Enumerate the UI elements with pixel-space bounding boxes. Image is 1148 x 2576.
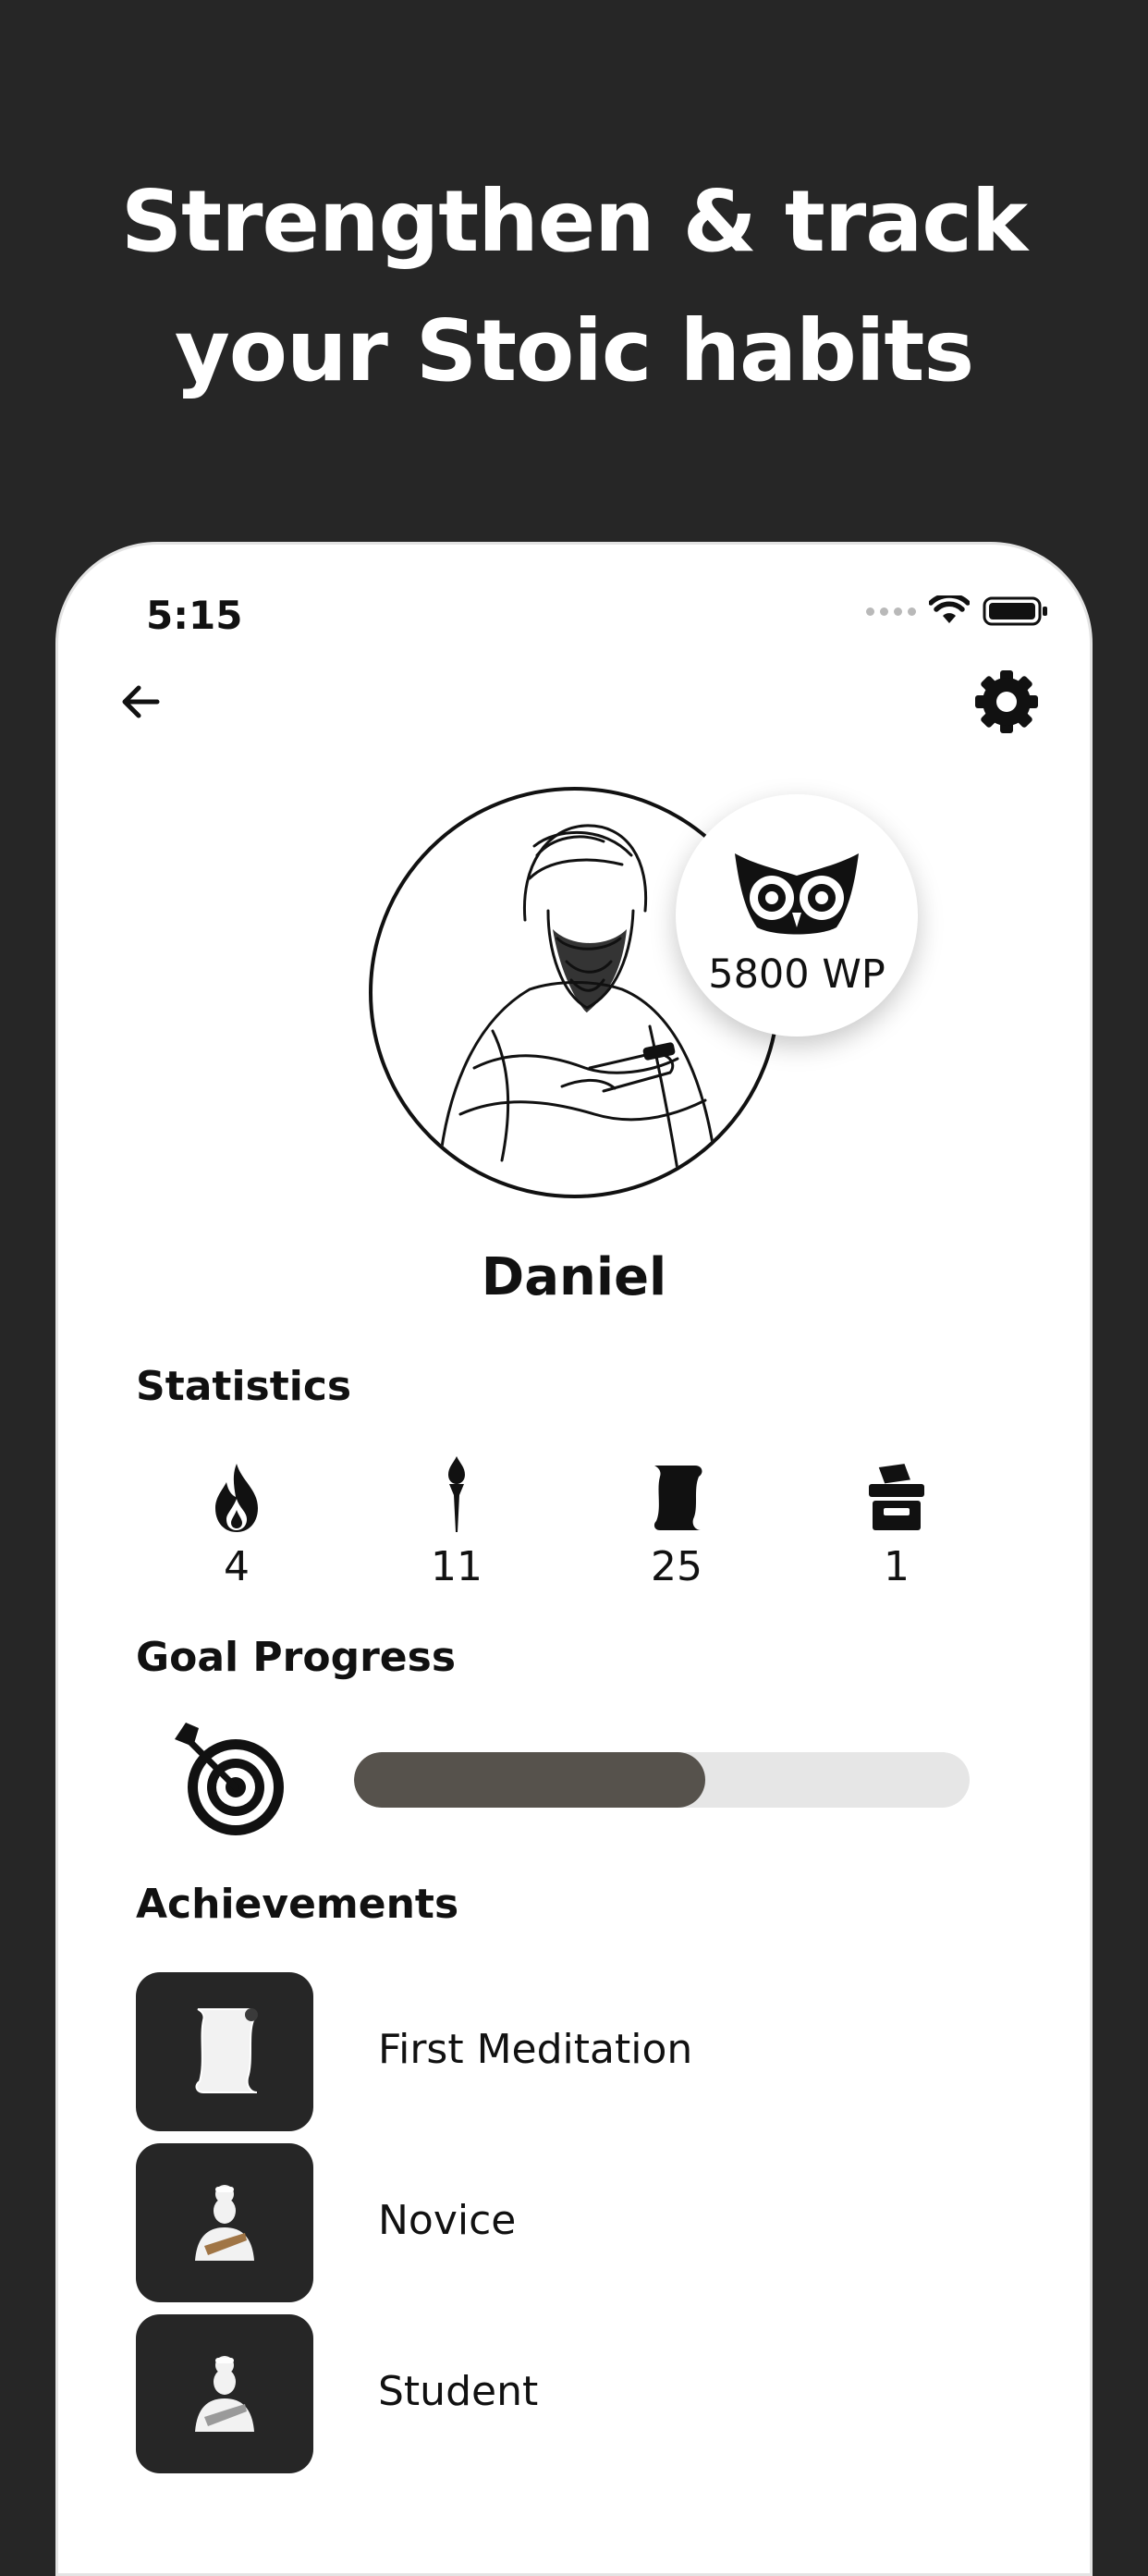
chest-icon xyxy=(869,1464,924,1530)
stat-chest-value: 1 xyxy=(884,1543,910,1590)
settings-button[interactable] xyxy=(970,665,1044,739)
achievement-label: Novice xyxy=(378,2197,517,2244)
phone-screen: 5:15 5800 WP Daniel Statistics 4 11 25 1… xyxy=(55,542,1093,2576)
achievement-tile xyxy=(136,2143,313,2302)
gear-icon xyxy=(975,670,1038,733)
stoic-bust-icon xyxy=(195,2356,254,2432)
stat-scroll: 25 xyxy=(584,1451,769,1590)
status-indicators xyxy=(866,593,1049,630)
achievement-label: Student xyxy=(378,2368,539,2415)
battery-icon xyxy=(983,596,1047,626)
torch-icon xyxy=(448,1456,465,1532)
signal-icon xyxy=(866,607,916,616)
stat-chest: 1 xyxy=(804,1451,989,1590)
stat-streak-value: 4 xyxy=(224,1543,250,1590)
wisdom-points-value: 5800 WP xyxy=(708,951,885,998)
achievement-item[interactable]: Student xyxy=(136,2314,1060,2473)
stat-torch-value: 11 xyxy=(431,1543,482,1590)
wifi-icon xyxy=(929,595,970,623)
promo-headline: Strengthen & track your Stoic habits xyxy=(0,157,1148,416)
target-icon xyxy=(169,1719,289,1839)
achievement-tile xyxy=(136,2314,313,2473)
arrow-left-icon xyxy=(122,685,160,718)
status-time: 5:15 xyxy=(146,593,243,638)
achievements-title: Achievements xyxy=(136,1881,459,1928)
goal-progress-title: Goal Progress xyxy=(136,1634,457,1681)
stat-scroll-value: 25 xyxy=(651,1543,702,1590)
profile-name: Daniel xyxy=(481,1247,667,1307)
statistics-title: Statistics xyxy=(136,1363,352,1410)
stoic-bust-icon xyxy=(195,2185,254,2261)
stat-torch: 11 xyxy=(364,1451,549,1590)
wisdom-points-badge: 5800 WP xyxy=(676,794,918,1037)
achievement-label: First Meditation xyxy=(378,2026,693,2073)
headline-line-2: your Stoic habits xyxy=(174,301,974,400)
owl-icon xyxy=(735,853,859,935)
scroll-icon xyxy=(195,2008,258,2093)
scroll-icon xyxy=(653,1466,702,1530)
achievement-item[interactable]: First Meditation xyxy=(136,1972,1060,2131)
achievement-item[interactable]: Novice xyxy=(136,2143,1060,2302)
back-button[interactable] xyxy=(109,669,174,734)
headline-line-1: Strengthen & track xyxy=(120,172,1028,271)
goal-progress-fill xyxy=(354,1752,705,1808)
achievement-tile xyxy=(136,1972,313,2131)
goal-progress-bar xyxy=(354,1752,970,1808)
stat-streak: 4 xyxy=(144,1451,329,1590)
flame-icon xyxy=(215,1464,258,1532)
